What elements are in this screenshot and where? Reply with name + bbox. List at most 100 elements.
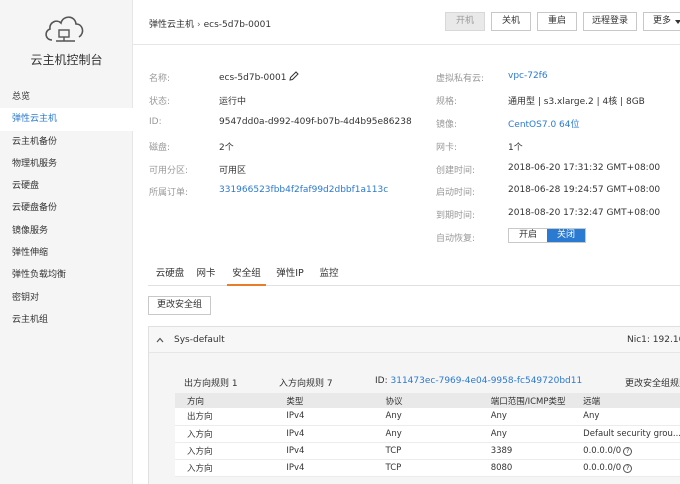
tab-security-group[interactable]: 安全组 xyxy=(227,264,266,286)
edit-pencil-icon[interactable] xyxy=(289,71,300,81)
info-label-vpc: 虚拟私有云: xyxy=(436,74,485,84)
sidebar-item-ecs-backup[interactable]: 云主机备份 xyxy=(0,131,133,153)
security-group-panel: Sys-default Nic1: 192.168. 出方向规则 1 入方向规则… xyxy=(148,326,680,484)
info-value-az: 可用区 xyxy=(219,166,247,176)
sidebar-item-keypair[interactable]: 密钥对 xyxy=(0,287,133,309)
sidebar-item-ecs[interactable]: 弹性云主机 xyxy=(0,108,133,131)
info-value-expire: 2018-08-20 17:32:47 GMT+08:00 xyxy=(508,208,661,218)
sidebar-item-autoscaling[interactable]: 弹性伸缩 xyxy=(0,242,133,264)
image-link[interactable]: CentOS7.0 64位 xyxy=(508,117,579,130)
col-port-range: 端口范围/ICMP类型 xyxy=(478,393,572,408)
cell-direction: 入方向 xyxy=(175,425,275,443)
outbound-rules-value: 1 xyxy=(231,379,238,389)
sidebar-item-elb[interactable]: 弹性负载均衡 xyxy=(0,264,133,286)
chevron-up-icon[interactable] xyxy=(156,336,164,344)
inbound-rules-label: 入方向规则 xyxy=(279,379,325,389)
cell-direction: 入方向 xyxy=(175,442,275,460)
cell-type: IPv4 xyxy=(274,459,374,477)
sidebar-menu: 总览 弹性云主机 云主机备份 物理机服务 云硬盘 云硬盘备份 镜像服务 弹性伸缩… xyxy=(0,86,133,331)
auto-recover-on-button[interactable]: 开启 xyxy=(509,229,547,242)
nic-address: Nic1: 192.168. xyxy=(627,335,680,345)
caret-down-icon xyxy=(675,20,680,24)
info-value-status: 运行中 xyxy=(219,97,247,107)
cell-direction: 出方向 xyxy=(175,408,275,426)
table-row: 入方向 IPv4 TCP 8080 0.0.0.0/0? xyxy=(175,459,680,477)
inbound-rules-value: 7 xyxy=(326,379,333,389)
sidebar-item-overview[interactable]: 总览 xyxy=(0,86,133,108)
info-label-launched: 启动时间: xyxy=(436,188,476,198)
security-group-header[interactable]: Sys-default Nic1: 192.168. xyxy=(149,327,680,353)
cell-remote: 0.0.0.0/0? xyxy=(571,442,680,460)
inbound-rules-count: 入方向规则 7 xyxy=(279,376,333,389)
info-label-created: 创建时间: xyxy=(436,166,476,176)
page-header: 弹性云主机 › ecs-5d7b-0001 开机 关机 重启 远程登录 更多 xyxy=(133,0,680,45)
col-protocol: 协议 xyxy=(373,393,479,408)
col-type: 类型 xyxy=(274,393,374,408)
cell-type: IPv4 xyxy=(274,408,374,426)
info-value-flavor: 通用型 | s3.xlarge.2 | 4核 | 8GB xyxy=(508,97,645,107)
info-value-launched: 2018-06-28 19:24:57 GMT+08:00 xyxy=(508,185,661,195)
sidebar-item-evs-backup[interactable]: 云硬盘备份 xyxy=(0,197,133,219)
sidebar-item-bms[interactable]: 物理机服务 xyxy=(0,153,133,175)
remote-value: 0.0.0.0/0 xyxy=(583,445,622,456)
info-label-autorecover: 自动恢复: xyxy=(436,234,476,244)
sidebar-item-servergroup[interactable]: 云主机组 xyxy=(0,309,133,331)
col-direction: 方向 xyxy=(175,393,275,408)
detail-tabs: 云硬盘 网卡 安全组 弹性IP 监控 xyxy=(148,264,680,286)
security-group-name: Sys-default xyxy=(174,335,225,345)
start-button[interactable]: 开机 xyxy=(445,12,485,31)
tab-monitor[interactable]: 监控 xyxy=(314,264,344,286)
remote-login-button[interactable]: 远程登录 xyxy=(583,12,637,31)
info-label-id: ID: xyxy=(149,117,162,127)
order-link[interactable]: 331966523fbb4f2faf99d2dbbf1a113c xyxy=(219,185,388,195)
table-header-row: 方向 类型 协议 端口范围/ICMP类型 远端 xyxy=(175,393,680,408)
info-label-az: 可用分区: xyxy=(149,166,189,176)
instance-info: 名称: ecs-5d7b-0001 状态: 运行中 ID: 9547dd0a-d… xyxy=(133,45,680,260)
auto-recover-off-button[interactable]: 关闭 xyxy=(547,229,585,242)
change-rules-link[interactable]: 更改安全组规则 xyxy=(625,376,680,389)
info-value-nic: 1个 xyxy=(508,143,523,153)
sidebar-item-image[interactable]: 镜像服务 xyxy=(0,220,133,242)
more-button[interactable]: 更多 xyxy=(643,12,680,31)
info-label-flavor: 规格: xyxy=(436,97,458,107)
vpc-link[interactable]: vpc-72f6 xyxy=(508,71,548,81)
info-value-id: 9547dd0a-d992-409f-b07b-4d4b95e86238 xyxy=(219,117,412,127)
security-rules-table: 方向 类型 协议 端口范围/ICMP类型 远端 出方向 IPv4 Any Any… xyxy=(175,393,680,477)
info-value-created: 2018-06-20 17:31:32 GMT+08:00 xyxy=(508,163,661,173)
change-security-group-button[interactable]: 更改安全组 xyxy=(148,296,211,315)
restart-button[interactable]: 重启 xyxy=(537,12,577,31)
table-row: 出方向 IPv4 Any Any Any xyxy=(175,408,680,426)
tab-evs[interactable]: 云硬盘 xyxy=(152,264,188,286)
outbound-rules-label: 出方向规则 xyxy=(184,379,230,389)
info-label-nic: 网卡: xyxy=(436,143,458,153)
info-label-expire: 到期时间: xyxy=(436,211,476,221)
cell-remote: 0.0.0.0/0? xyxy=(571,459,680,477)
help-question-icon[interactable]: ? xyxy=(623,446,633,456)
table-row: 入方向 IPv4 Any Any Default security grou..… xyxy=(175,425,680,443)
tab-nic[interactable]: 网卡 xyxy=(192,264,220,286)
breadcrumb-chevron-icon: › xyxy=(197,20,201,30)
info-label-order: 所属订单: xyxy=(149,188,189,198)
sg-id-link[interactable]: 311473ec-7969-4e04-9958-fc549720bd11 xyxy=(391,376,583,386)
cell-direction: 入方向 xyxy=(175,459,275,477)
info-label-image: 镜像: xyxy=(436,120,458,130)
security-group-id: ID: 311473ec-7969-4e04-9958-fc549720bd11 xyxy=(375,376,582,386)
instance-name: ecs-5d7b-0001 xyxy=(219,73,287,83)
breadcrumb-current: ecs-5d7b-0001 xyxy=(203,20,272,30)
sidebar-title: 云主机控制台 xyxy=(30,53,103,67)
sidebar-item-evs[interactable]: 云硬盘 xyxy=(0,175,133,197)
breadcrumb: 弹性云主机 › ecs-5d7b-0001 xyxy=(149,17,271,30)
security-group-body: 出方向规则 1 入方向规则 7 ID: 311473ec-7969-4e04-9… xyxy=(149,353,680,484)
remote-value: 0.0.0.0/0 xyxy=(583,462,622,473)
tab-eip[interactable]: 弹性IP xyxy=(272,264,308,286)
sidebar: 云主机控制台 总览 弹性云主机 云主机备份 物理机服务 云硬盘 云硬盘备份 镜像… xyxy=(0,0,133,484)
breadcrumb-parent[interactable]: 弹性云主机 xyxy=(149,20,194,30)
help-question-icon[interactable]: ? xyxy=(623,463,633,473)
cell-protocol: TCP xyxy=(373,442,479,460)
stop-button[interactable]: 关机 xyxy=(491,12,531,31)
info-label-disk: 磁盘: xyxy=(149,143,171,153)
col-remote: 远端 xyxy=(571,393,680,408)
cloud-logo-icon xyxy=(45,16,84,42)
cell-protocol: TCP xyxy=(373,459,479,477)
cell-port: 8080 xyxy=(478,459,572,477)
